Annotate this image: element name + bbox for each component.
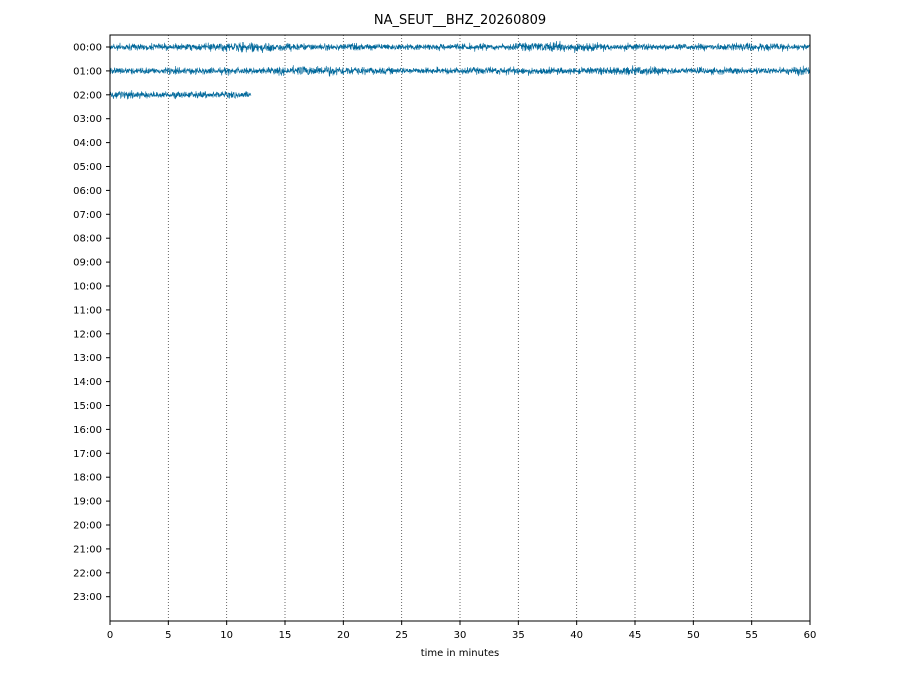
trace-0000 bbox=[109, 40, 811, 54]
x-tick-label-20: 20 bbox=[337, 630, 350, 641]
y-tick-label-1900: 19:00 bbox=[73, 497, 102, 508]
y-tick-label-1700: 17:00 bbox=[73, 449, 102, 460]
x-tick-label-50: 50 bbox=[687, 630, 700, 641]
x-tick-label-45: 45 bbox=[629, 630, 642, 641]
x-tick-label-60: 60 bbox=[804, 630, 817, 641]
x-axis-ticks: 0 5 10 15 20 25 30 35 40 45 50 55 60 bbox=[107, 621, 817, 641]
x-tick-label-25: 25 bbox=[395, 630, 408, 641]
helicorder-chart: NA_SEUT__BHZ_20260809 00:00 01:00 02:00 03:… bbox=[73, 13, 817, 659]
y-tick-label-1600: 16:00 bbox=[73, 425, 102, 436]
y-tick-label-0000: 00:00 bbox=[73, 43, 102, 54]
trace-0100 bbox=[109, 65, 811, 77]
x-tick-label-40: 40 bbox=[570, 630, 583, 641]
x-tick-label-15: 15 bbox=[279, 630, 292, 641]
y-tick-label-0100: 01:00 bbox=[73, 66, 102, 77]
y-tick-label-0700: 07:00 bbox=[73, 210, 102, 221]
x-tick-label-0: 0 bbox=[107, 630, 113, 641]
y-tick-label-1000: 10:00 bbox=[73, 282, 102, 293]
y-tick-label-2000: 20:00 bbox=[73, 521, 102, 532]
y-tick-label-0600: 06:00 bbox=[73, 186, 102, 197]
y-tick-label-0500: 05:00 bbox=[73, 162, 102, 173]
y-tick-label-1400: 14:00 bbox=[73, 377, 102, 388]
y-tick-label-2200: 22:00 bbox=[73, 568, 102, 579]
y-tick-label-1200: 12:00 bbox=[73, 329, 102, 340]
y-tick-label-0900: 09:00 bbox=[73, 258, 102, 269]
y-tick-label-1100: 11:00 bbox=[73, 305, 102, 316]
x-tick-label-30: 30 bbox=[454, 630, 467, 641]
x-tick-label-55: 55 bbox=[745, 630, 758, 641]
seismic-traces bbox=[109, 40, 811, 100]
y-tick-label-2300: 23:00 bbox=[73, 592, 102, 603]
x-axis-label: time in minutes bbox=[421, 648, 500, 659]
y-tick-label-0300: 03:00 bbox=[73, 114, 102, 125]
y-tick-label-2100: 21:00 bbox=[73, 544, 102, 555]
chart-title: NA_SEUT__BHZ_20260809 bbox=[374, 13, 546, 28]
y-tick-label-1500: 15:00 bbox=[73, 401, 102, 412]
y-axis-ticks: 00:00 01:00 02:00 03:00 04:00 05:00 06:00 07:00… bbox=[73, 43, 110, 603]
grid-lines bbox=[167, 35, 753, 621]
y-tick-label-0800: 08:00 bbox=[73, 234, 102, 245]
y-tick-label-0400: 04:00 bbox=[73, 138, 102, 149]
y-tick-label-0200: 02:00 bbox=[73, 90, 102, 101]
x-tick-label-5: 5 bbox=[165, 630, 171, 641]
trace-0200 bbox=[109, 90, 252, 100]
y-tick-label-1300: 13:00 bbox=[73, 353, 102, 364]
x-tick-label-35: 35 bbox=[512, 630, 525, 641]
x-tick-label-10: 10 bbox=[220, 630, 233, 641]
y-tick-label-1800: 18:00 bbox=[73, 473, 102, 484]
